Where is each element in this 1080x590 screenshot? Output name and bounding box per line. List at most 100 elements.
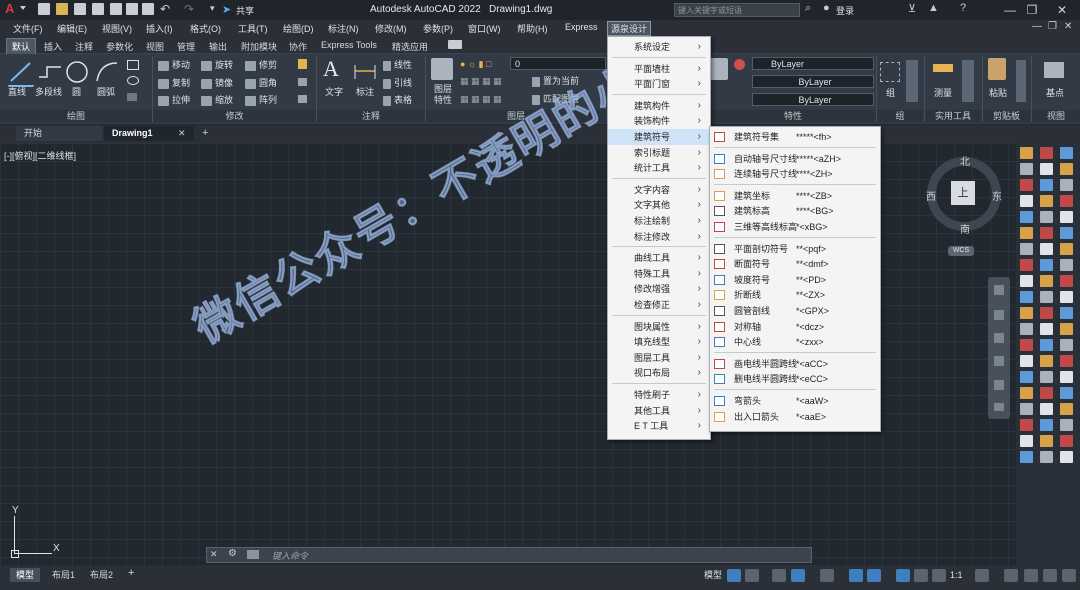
base-point-button[interactable]: 基点 <box>1046 86 1064 99</box>
yuanquan-tool-icon[interactable] <box>1020 451 1033 463</box>
layer-properties-icon[interactable] <box>431 58 453 80</box>
submenu-item[interactable]: 连续轴号尺寸线 ****<ZH> <box>710 166 880 182</box>
measure-icon[interactable] <box>933 64 953 72</box>
submenu-item[interactable]: 坡度符号 **<PD> <box>710 272 880 288</box>
menu-item[interactable]: 平面墙柱 › <box>608 61 710 77</box>
yuanquan-tool-icon[interactable] <box>1040 451 1053 463</box>
yuanquan-tool-icon[interactable] <box>1040 163 1053 175</box>
menu-item[interactable]: 标注绘制 › <box>608 213 710 229</box>
tab-express-tools[interactable]: Express Tools <box>321 40 377 50</box>
match-properties-icon[interactable] <box>710 58 728 80</box>
yuanquan-tool-icon[interactable] <box>1040 355 1053 367</box>
arc-icon[interactable] <box>94 59 120 85</box>
customize-status-icon[interactable] <box>1062 569 1076 582</box>
yuanquan-tool-icon[interactable] <box>1020 403 1033 415</box>
layer-state-icons[interactable]: ● ☼ ▮ □ <box>460 59 496 69</box>
utilities-panel-title[interactable]: 实用工具 <box>925 110 981 122</box>
yuanquan-tool-icon[interactable] <box>1020 227 1033 239</box>
clipboard-panel-title[interactable]: 剪贴板 <box>983 110 1030 122</box>
yuanquan-tool-icon[interactable] <box>1060 451 1073 463</box>
autocad-logo-icon[interactable]: A <box>5 1 14 16</box>
menu-parametric[interactable]: 参数(P) <box>423 22 453 35</box>
yuanquan-tool-icon[interactable] <box>1020 339 1033 351</box>
move-button[interactable]: 移动 <box>158 58 190 72</box>
yuanquan-tool-icon[interactable] <box>1020 163 1033 175</box>
new-file-icon[interactable] <box>38 3 50 15</box>
menu-window[interactable]: 窗口(W) <box>468 22 501 35</box>
menu-draw[interactable]: 绘图(D) <box>283 22 314 35</box>
menu-item[interactable]: 文字内容 › <box>608 182 710 198</box>
yuanquan-tool-icon[interactable] <box>1060 403 1073 415</box>
tab-manage[interactable]: 管理 <box>177 40 195 53</box>
submenu-item[interactable]: 断面符号 **<dmf> <box>710 256 880 272</box>
yuanquan-tool-icon[interactable] <box>1040 195 1053 207</box>
submenu-item[interactable]: 圆管剖线 *<GPX> <box>710 303 880 319</box>
yuanquan-tool-icon[interactable] <box>1020 387 1033 399</box>
yuanquan-tool-icon[interactable] <box>1060 195 1073 207</box>
leader-button[interactable]: 引线 <box>383 76 412 90</box>
minimize-button[interactable]: — <box>1000 2 1020 18</box>
compass-east[interactable]: 东 <box>992 188 1002 203</box>
paste-button[interactable]: 粘贴 <box>989 86 1007 99</box>
scale-value[interactable]: 1:1 <box>950 570 963 580</box>
scale-button[interactable]: 缩放 <box>201 93 233 107</box>
tab-view[interactable]: 视图 <box>146 40 164 53</box>
table-button[interactable]: 表格 <box>383 93 412 107</box>
new-tab-icon[interactable]: + <box>202 127 208 139</box>
submenu-item[interactable]: 中心线 *<zxx> <box>710 334 880 350</box>
model-space-button[interactable]: 模型 <box>698 568 728 582</box>
yuanquan-tool-icon[interactable] <box>1040 403 1053 415</box>
yuanquan-tool-icon[interactable] <box>1060 275 1073 287</box>
menu-edit[interactable]: 编辑(E) <box>57 22 87 35</box>
menu-item[interactable]: 特性刷子 › <box>608 387 710 403</box>
yuanquan-tool-icon[interactable] <box>1040 387 1053 399</box>
submenu-item[interactable]: 折断线 **<ZX> <box>710 287 880 303</box>
yuanquan-tool-icon[interactable] <box>1060 435 1073 447</box>
viewcube-top-face[interactable]: 上 <box>951 181 975 205</box>
array-button[interactable]: 阵列 <box>245 93 277 107</box>
showmotion-icon[interactable] <box>994 380 1004 390</box>
menu-item[interactable]: 建筑构件 › <box>608 98 710 114</box>
yuanquan-tool-icon[interactable] <box>1060 179 1073 191</box>
menu-item[interactable]: 特殊工具 › <box>608 266 710 282</box>
login-button[interactable]: 登录 <box>836 4 854 17</box>
menu-item[interactable]: 索引标题 › <box>608 145 710 161</box>
share-label[interactable]: 共享 <box>236 4 254 17</box>
polyline-button[interactable]: 多段线 <box>35 85 62 98</box>
grid-icon[interactable] <box>727 569 741 582</box>
yuanquan-tool-icon[interactable] <box>1020 355 1033 367</box>
annotation-visibility-icon[interactable] <box>896 569 910 582</box>
zoom-icon[interactable] <box>994 333 1004 343</box>
maximize-button[interactable]: ❐ <box>1022 2 1042 18</box>
layout-tab-layout2[interactable]: 布局2 <box>84 568 119 582</box>
yuanquan-tool-icon[interactable] <box>1060 307 1073 319</box>
viewport-controls[interactable]: [-][俯视][二维线框] <box>4 149 76 162</box>
yuanquan-tool-icon[interactable] <box>1020 211 1033 223</box>
menu-item[interactable]: 文字其他 › <box>608 197 710 213</box>
yuanquan-tool-icon[interactable] <box>1020 259 1033 271</box>
orbit-icon[interactable] <box>994 356 1004 366</box>
menu-dimension[interactable]: 标注(N) <box>328 22 359 35</box>
measure-button[interactable]: 测量 <box>934 86 952 99</box>
tab-insert[interactable]: 插入 <box>44 40 62 53</box>
explode-icon[interactable] <box>298 78 307 86</box>
menu-item[interactable]: 图块属性 › <box>608 319 710 335</box>
menu-item[interactable]: 系统设定 › <box>608 39 710 55</box>
group-tool-icons[interactable] <box>906 60 918 102</box>
menu-item[interactable]: 视口布局 › <box>608 365 710 381</box>
ribbon-options-icon[interactable] <box>448 40 462 49</box>
ellipse-icon[interactable] <box>127 76 139 85</box>
circle-icon[interactable] <box>64 59 90 85</box>
yuanquan-tool-icon[interactable] <box>1040 227 1053 239</box>
layer-tool-icons[interactable]: ▦ ▦ ▦ ▦ <box>460 76 530 86</box>
menu-item[interactable]: 装饰构件 › <box>608 113 710 129</box>
yuanquan-tool-icon[interactable] <box>1060 243 1073 255</box>
submenu-item[interactable]: 平面剖切符号 **<pqf> <box>710 241 880 257</box>
tab-annotate[interactable]: 注释 <box>75 40 93 53</box>
snap-icon[interactable] <box>745 569 759 582</box>
menu-modify[interactable]: 修改(M) <box>375 22 407 35</box>
units-icon[interactable] <box>1024 569 1038 582</box>
lineweight-dropdown[interactable]: ByLayer <box>752 93 874 106</box>
menu-item[interactable]: 修改增强 › <box>608 281 710 297</box>
wcs-menu[interactable]: WCS <box>948 246 974 256</box>
